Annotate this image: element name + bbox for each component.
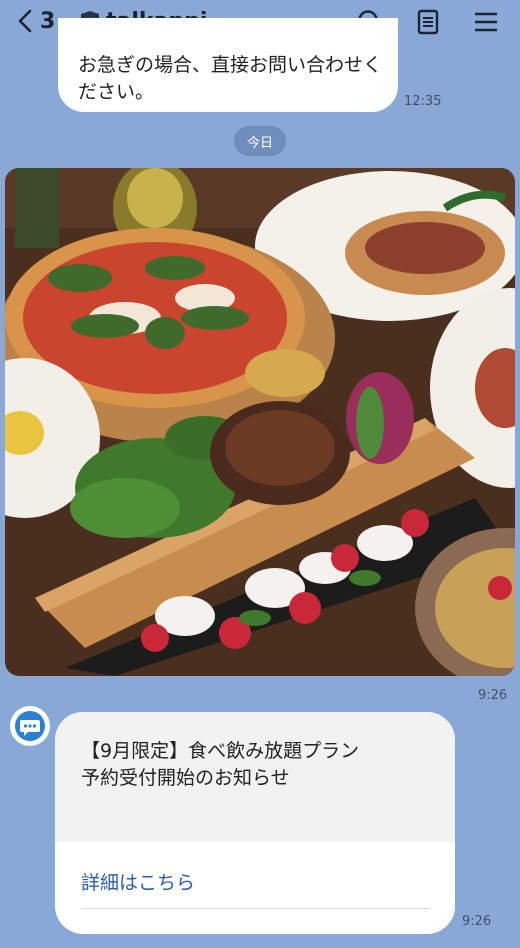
details-link[interactable]: 詳細はこちら [81,868,195,895]
divider [81,908,429,909]
message-time: 9:26 [478,688,508,703]
announcement-card: 【9月限定】食べ飲み放題プラン 予約受付開始のお知らせ 詳細はこちら [55,712,455,934]
menu-icon[interactable] [472,8,500,36]
card-title-line-1: 【9月限定】食べ飲み放題プラン [81,740,360,762]
chevron-left-icon [18,9,32,33]
photo-message[interactable] [5,168,515,676]
back-button[interactable]: 3 [16,8,55,34]
card-header: 【9月限定】食べ飲み放題プラン 予約受付開始のお知らせ [55,712,455,842]
notes-icon[interactable] [414,8,442,36]
food-photo [5,168,515,676]
date-separator: 今日 [234,126,286,156]
unread-count: 3 [40,8,56,34]
message-time: 9:26 [462,914,492,929]
card-title: 【9月限定】食べ飲み放題プラン 予約受付開始のお知らせ [81,738,359,792]
chat-avatar-icon [15,711,45,741]
message-bubble: お急ぎの場合、直接お問い合わせください。 [58,18,398,112]
card-title-line-2: 予約受付開始のお知らせ [81,767,290,789]
bot-avatar[interactable] [10,706,50,746]
message-time: 12:35 [404,94,442,109]
